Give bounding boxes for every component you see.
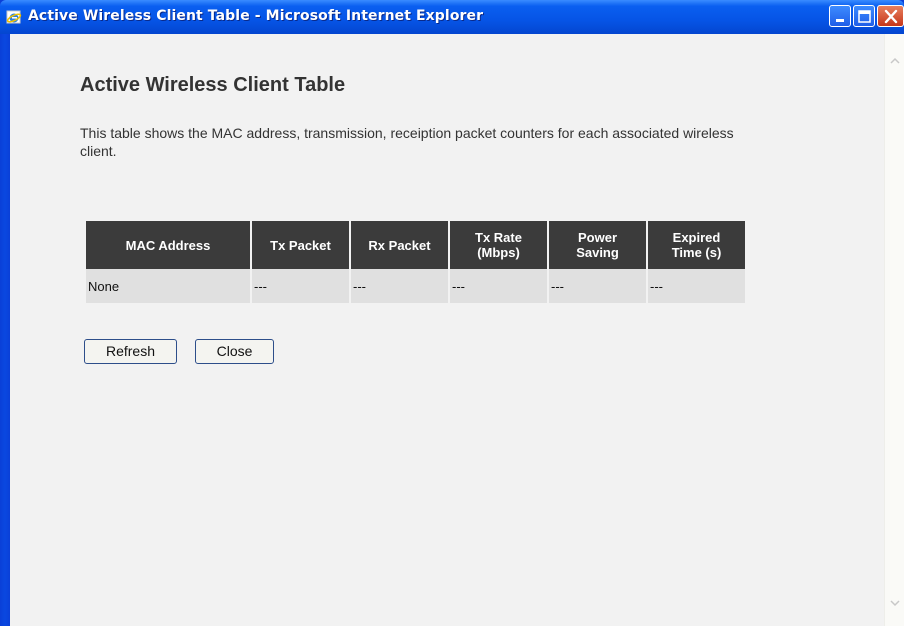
header-expired-line2: Time (s) [671, 245, 722, 260]
cell-power-saving: --- [549, 269, 646, 303]
header-power-line2: Saving [576, 245, 619, 260]
cell-tx-packet: --- [252, 269, 349, 303]
wireless-client-table: MAC Address Tx Packet Rx Packet Tx Rate … [84, 221, 747, 303]
content-area [10, 34, 884, 626]
close-button[interactable]: Close [195, 339, 274, 364]
cell-expired-time: --- [648, 269, 745, 303]
vertical-scrollbar[interactable] [884, 34, 904, 626]
scroll-up-button[interactable] [886, 52, 904, 70]
refresh-button[interactable]: Refresh [84, 339, 177, 364]
window-title: Active Wireless Client Table - Microsoft… [28, 8, 484, 24]
browser-window: Active Wireless Client Table - Microsoft… [0, 0, 904, 626]
chevron-up-icon [890, 57, 900, 64]
close-window-button[interactable] [877, 5, 904, 27]
header-tx-rate: Tx Rate (Mbps) [450, 221, 547, 269]
title-bar[interactable]: Active Wireless Client Table - Microsoft… [0, 0, 904, 34]
table-header-row: MAC Address Tx Packet Rx Packet Tx Rate … [86, 221, 745, 269]
cell-mac-address: None [86, 269, 250, 303]
minimize-icon [836, 19, 844, 22]
header-tx-packet: Tx Packet [252, 221, 349, 269]
header-tx-rate-line1: Tx Rate [475, 230, 522, 245]
maximize-icon [858, 10, 871, 23]
table-row: None --- --- --- --- --- [86, 269, 745, 303]
minimize-button[interactable] [829, 5, 851, 27]
window-frame [0, 34, 10, 626]
chevron-down-icon [890, 600, 900, 607]
page-description: This table shows the MAC address, transm… [80, 125, 734, 159]
scroll-down-button[interactable] [886, 594, 904, 612]
header-power-saving: Power Saving [549, 221, 646, 269]
header-rx-packet: Rx Packet [351, 221, 448, 269]
header-tx-rate-line2: (Mbps) [477, 245, 520, 260]
internet-explorer-icon [6, 9, 22, 25]
header-power-line1: Power [577, 230, 617, 245]
header-mac-address: MAC Address [86, 221, 250, 269]
cell-rx-packet: --- [351, 269, 448, 303]
header-expired-time: Expired Time (s) [648, 221, 745, 269]
cell-tx-rate: --- [450, 269, 547, 303]
page-title: Active Wireless Client Table [80, 74, 346, 96]
close-icon [884, 9, 898, 24]
header-expired-line1: Expired [672, 230, 721, 245]
maximize-button[interactable] [853, 5, 875, 27]
